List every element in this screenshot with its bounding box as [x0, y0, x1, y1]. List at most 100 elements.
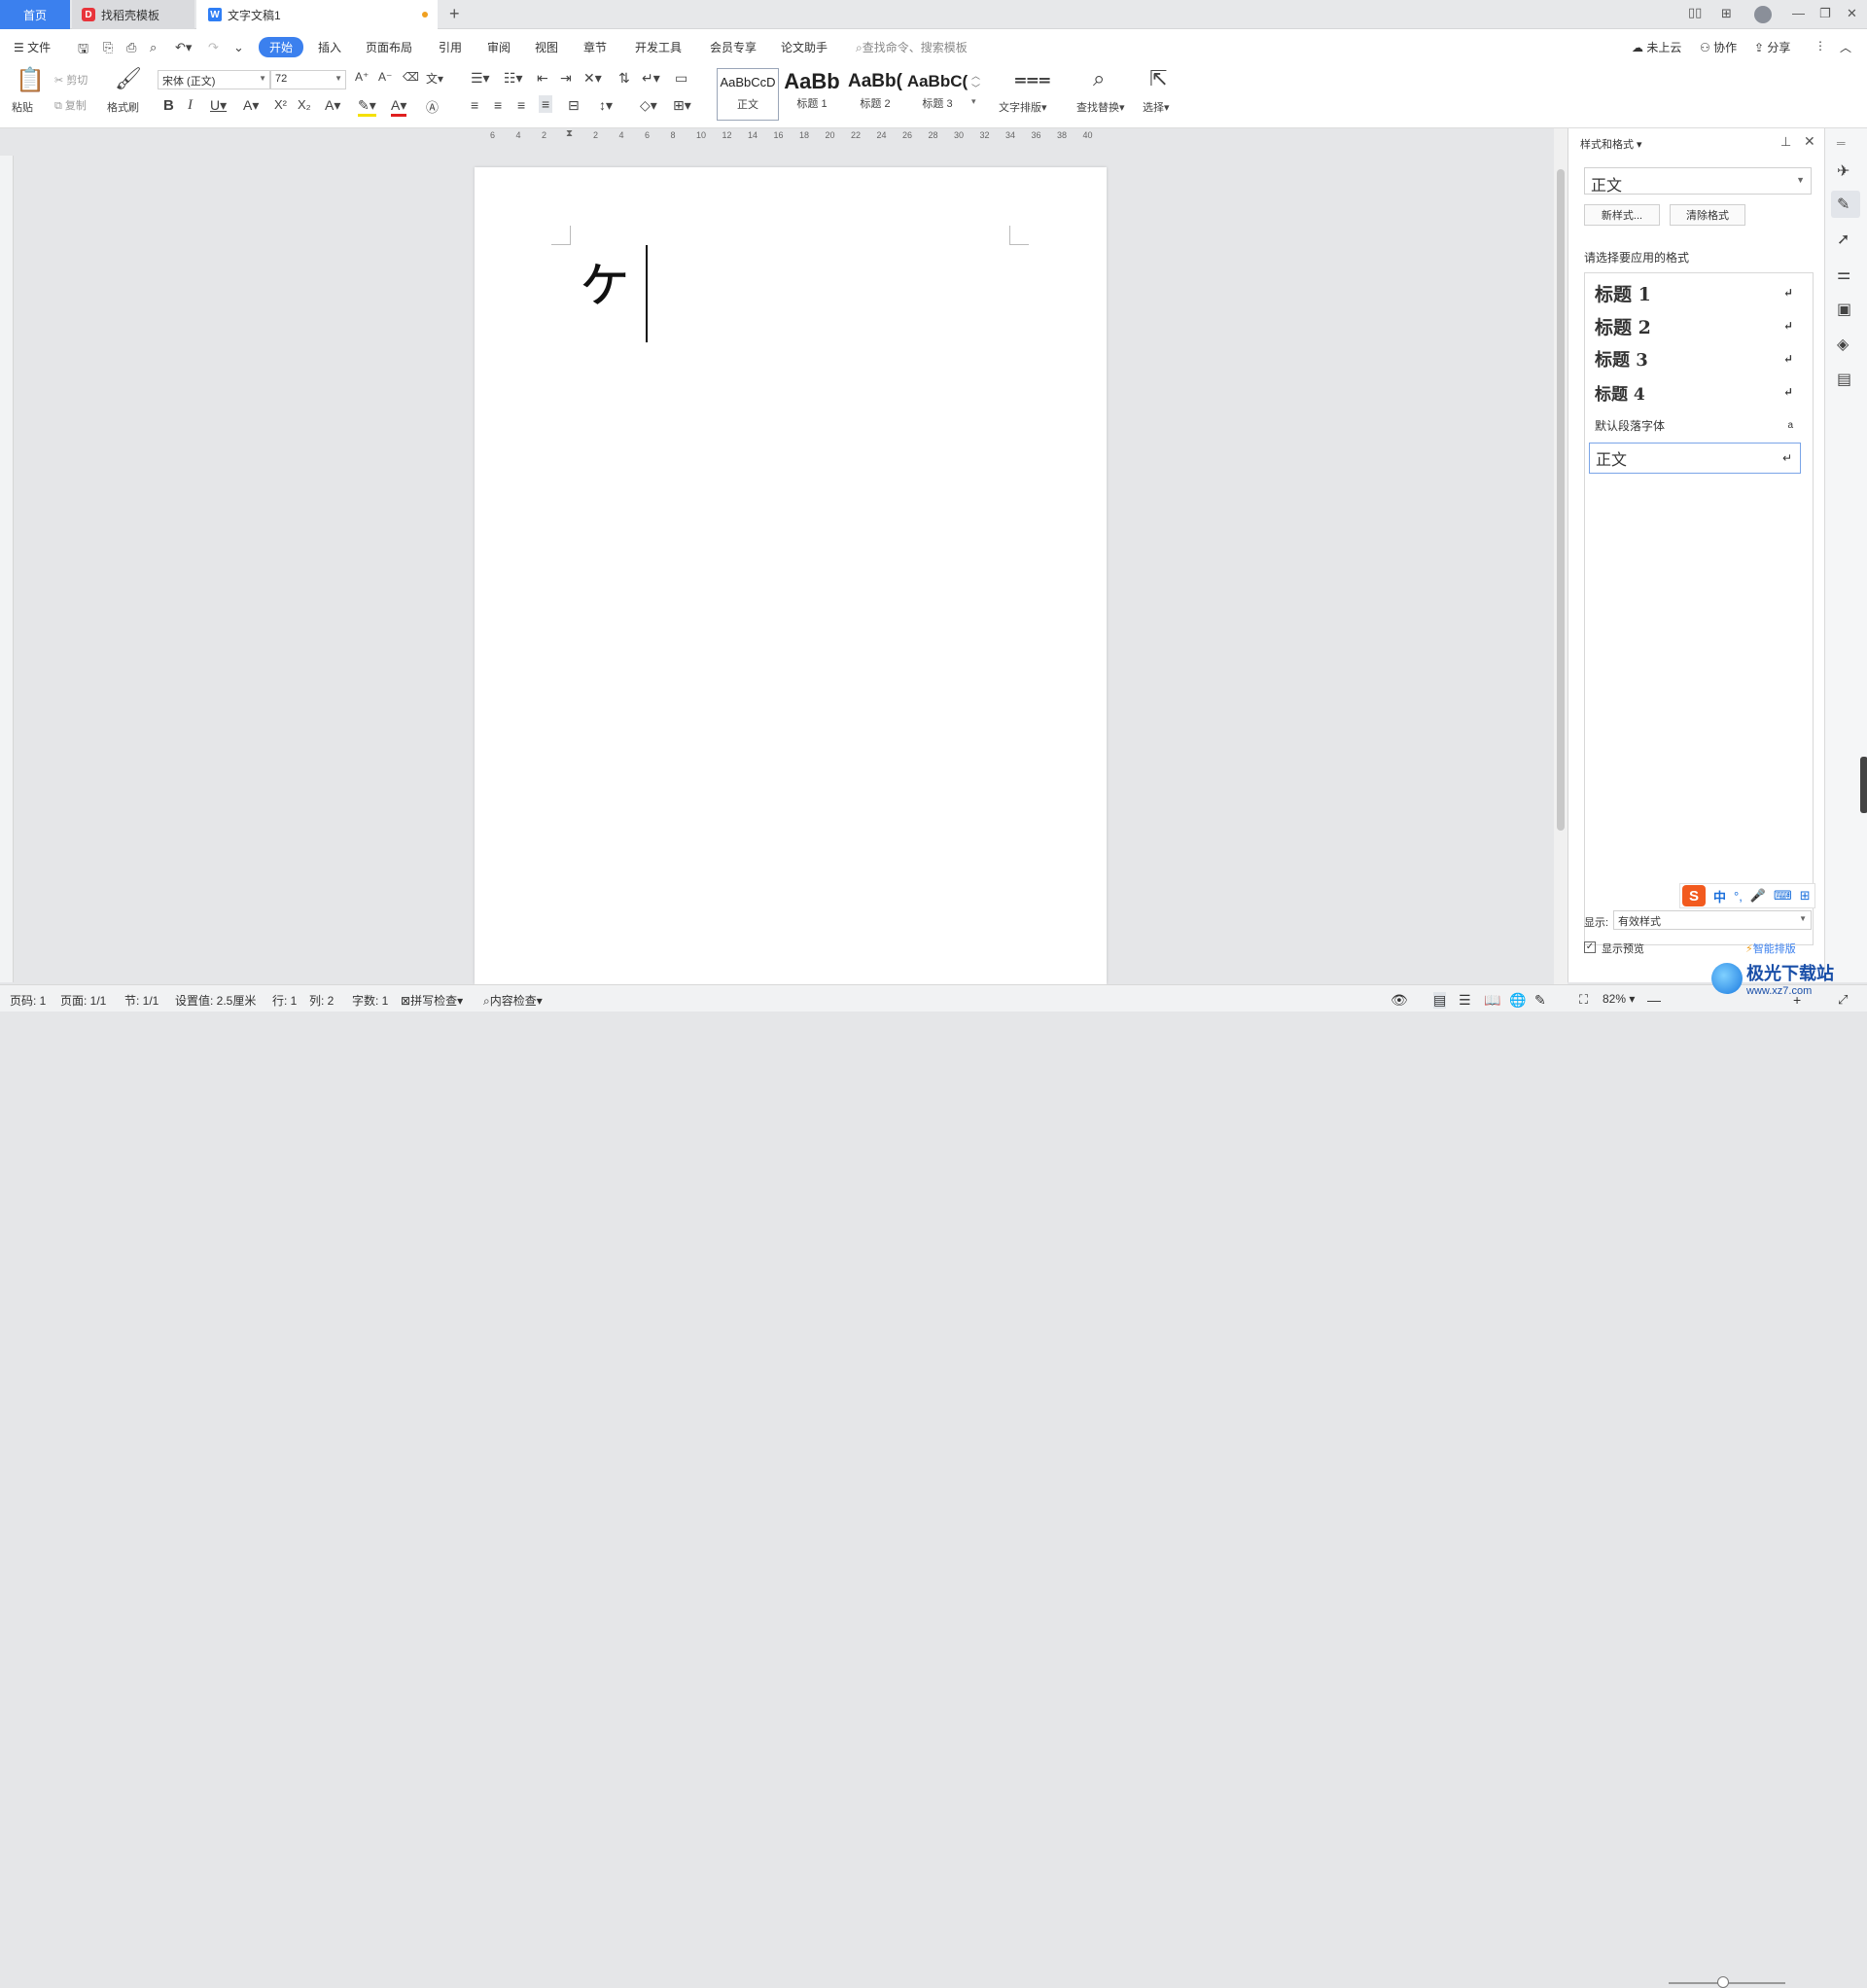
- undo-icon[interactable]: ↶▾: [175, 40, 192, 55]
- outline-view-icon[interactable]: ☰: [1459, 992, 1471, 1009]
- zoom-slider-thumb[interactable]: [1717, 1976, 1729, 1988]
- clear-format-icon[interactable]: ⌫: [403, 70, 419, 84]
- menu-chapter[interactable]: 章节: [583, 39, 607, 55]
- text-effect-icon[interactable]: A▾: [325, 97, 340, 114]
- close-window-icon[interactable]: ✕: [1847, 6, 1857, 21]
- print-preview-icon[interactable]: ⌕: [150, 40, 157, 55]
- show-preview-checkbox[interactable]: ✓: [1584, 941, 1596, 953]
- line-spacing-icon[interactable]: ↕▾: [599, 97, 613, 114]
- eye-protect-icon[interactable]: 👁: [1391, 992, 1408, 1009]
- cloud-status[interactable]: ☁ 未上云: [1632, 39, 1681, 55]
- status-setting[interactable]: 设置值: 2.5厘米: [175, 992, 256, 1009]
- list-item[interactable]: 标题 2 ↵: [1589, 310, 1801, 341]
- collapse-ribbon-icon[interactable]: ︿: [1840, 39, 1851, 55]
- show-select[interactable]: 有效样式 ▼: [1613, 910, 1812, 930]
- pin-icon[interactable]: ⊥: [1780, 134, 1791, 150]
- bullet-list-icon[interactable]: ☰▾: [471, 70, 490, 87]
- menu-file[interactable]: ☰ 文件: [14, 39, 51, 55]
- page-view-icon[interactable]: ▤: [1433, 992, 1447, 1009]
- avatar[interactable]: [1754, 6, 1772, 23]
- vertical-ruler[interactable]: [0, 156, 14, 982]
- tab-document[interactable]: W 文字文稿1: [196, 0, 438, 29]
- new-tab-button[interactable]: +: [449, 4, 460, 24]
- zoom-select[interactable]: 82% ▾: [1603, 992, 1635, 1006]
- status-section[interactable]: 节: 1/1: [124, 992, 159, 1009]
- text-layout-button[interactable]: 文字排版▾: [999, 99, 1047, 115]
- punctuation-icon[interactable]: °,: [1734, 889, 1743, 904]
- print-icon[interactable]: ⎙: [126, 40, 136, 55]
- microphone-icon[interactable]: 🎤: [1750, 888, 1766, 904]
- status-page-number[interactable]: 页码: 1: [10, 992, 46, 1009]
- horizontal-ruler[interactable]: 6 4 2 2 4 6 8 10 12 14 16 18 20 22 24 26 28 30 32 34 36 38 40 ⧗: [475, 128, 1107, 144]
- format-painter-icon[interactable]: 🖌: [115, 66, 142, 91]
- list-item[interactable]: 正文 ↵: [1589, 443, 1801, 474]
- compass-icon[interactable]: ◈: [1837, 335, 1849, 354]
- borders-icon[interactable]: ⊞▾: [673, 97, 691, 114]
- align-right-icon[interactable]: ≡: [517, 97, 525, 113]
- style-heading3[interactable]: AaBbC( 标题 3: [906, 68, 969, 121]
- justify-icon[interactable]: ≡: [539, 95, 553, 113]
- find-replace-button[interactable]: 查找替换▾: [1076, 99, 1125, 115]
- clear-format-button[interactable]: 清除格式: [1670, 204, 1745, 226]
- pane-title[interactable]: 样式和格式 ▾: [1580, 136, 1642, 152]
- customize-icon[interactable]: ⌄: [233, 40, 244, 55]
- status-line[interactable]: 行: 1: [272, 992, 297, 1009]
- underline-icon[interactable]: U▾: [210, 97, 227, 114]
- command-search[interactable]: ⌕查找命令、搜索模板: [856, 39, 968, 55]
- minimize-icon[interactable]: —: [1792, 6, 1805, 20]
- close-pane-icon[interactable]: ✕: [1804, 133, 1815, 150]
- format-painter-button[interactable]: 格式刷: [107, 99, 139, 115]
- font-name-select[interactable]: 宋体 (正文) ▼: [158, 70, 270, 89]
- save-icon[interactable]: 🖫: [78, 40, 88, 61]
- grow-font-icon[interactable]: A⁺: [355, 70, 369, 84]
- indent-marker-icon[interactable]: ⧗: [566, 128, 573, 139]
- fit-page-icon[interactable]: ⛶: [1579, 992, 1588, 1008]
- menu-member[interactable]: 会员专享: [710, 39, 757, 55]
- font-size-select[interactable]: 72 ▼: [270, 70, 346, 89]
- shrink-font-icon[interactable]: A⁻: [378, 70, 392, 84]
- ime-toolbar[interactable]: S 中 °, 🎤 ⌨ ⊞: [1679, 883, 1815, 908]
- spell-check-button[interactable]: ⊠拼写检查▾: [401, 992, 463, 1009]
- image-icon[interactable]: ▣: [1837, 300, 1851, 319]
- decrease-indent-icon[interactable]: ⇤: [537, 70, 548, 87]
- layout-icon[interactable]: ▯▯: [1688, 5, 1702, 20]
- menu-page-layout[interactable]: 页面布局: [366, 39, 412, 55]
- chinese-layout-icon[interactable]: ✕▾: [583, 70, 602, 87]
- document-page[interactable]: ヶ: [475, 167, 1107, 984]
- collab-button[interactable]: ⚇ 协作: [1700, 39, 1737, 55]
- menu-insert[interactable]: 插入: [318, 39, 341, 55]
- select-cursor-icon[interactable]: ⇱: [1149, 66, 1167, 91]
- status-pages[interactable]: 页面: 1/1: [60, 992, 106, 1009]
- char-border-icon[interactable]: Ⓐ: [426, 97, 439, 116]
- keyboard-icon[interactable]: ⌨: [1774, 888, 1792, 904]
- export-pdf-icon[interactable]: ⎘: [103, 40, 113, 55]
- menu-references[interactable]: 引用: [439, 39, 462, 55]
- rocket-icon[interactable]: ✈: [1837, 161, 1849, 181]
- show-marks-icon[interactable]: ↵▾: [642, 70, 660, 87]
- document-scrollbar[interactable]: [1554, 128, 1568, 984]
- italic-icon[interactable]: I: [188, 97, 193, 114]
- find-replace-icon[interactable]: ⌕: [1093, 66, 1105, 91]
- style-normal[interactable]: AaBbCcD 正文: [717, 68, 779, 121]
- list-item[interactable]: 默认段落字体 a: [1589, 409, 1801, 441]
- menu-review[interactable]: 审阅: [487, 39, 511, 55]
- style-heading1[interactable]: AaBb 标题 1: [781, 68, 843, 121]
- pen-icon[interactable]: ✎: [1837, 195, 1849, 214]
- more-icon[interactable]: ⋮: [1814, 39, 1826, 53]
- list-item[interactable]: 标题 3 ↵: [1589, 343, 1801, 374]
- book-icon[interactable]: ▤: [1837, 370, 1851, 389]
- menu-view[interactable]: 视图: [535, 39, 558, 55]
- table-tools-icon[interactable]: ▭: [675, 70, 687, 87]
- numbered-list-icon[interactable]: ☷▾: [504, 70, 523, 87]
- sort-icon[interactable]: ⇅: [618, 70, 630, 87]
- text-layout-icon[interactable]: ⩶: [1014, 66, 1051, 91]
- cut-button[interactable]: ✂ 剪切: [54, 72, 88, 88]
- menu-start[interactable]: 开始: [259, 37, 304, 57]
- increase-indent-icon[interactable]: ⇥: [560, 70, 572, 87]
- reading-view-icon[interactable]: 📖: [1484, 992, 1500, 1009]
- share-button[interactable]: ⇪ 分享: [1754, 39, 1790, 55]
- copy-button[interactable]: ⧉ 复制: [54, 97, 87, 113]
- collapse-strip-icon[interactable]: ═: [1837, 136, 1846, 150]
- grid-apps-icon[interactable]: ⊞: [1721, 6, 1732, 21]
- highlight-icon[interactable]: ✎▾: [358, 97, 376, 117]
